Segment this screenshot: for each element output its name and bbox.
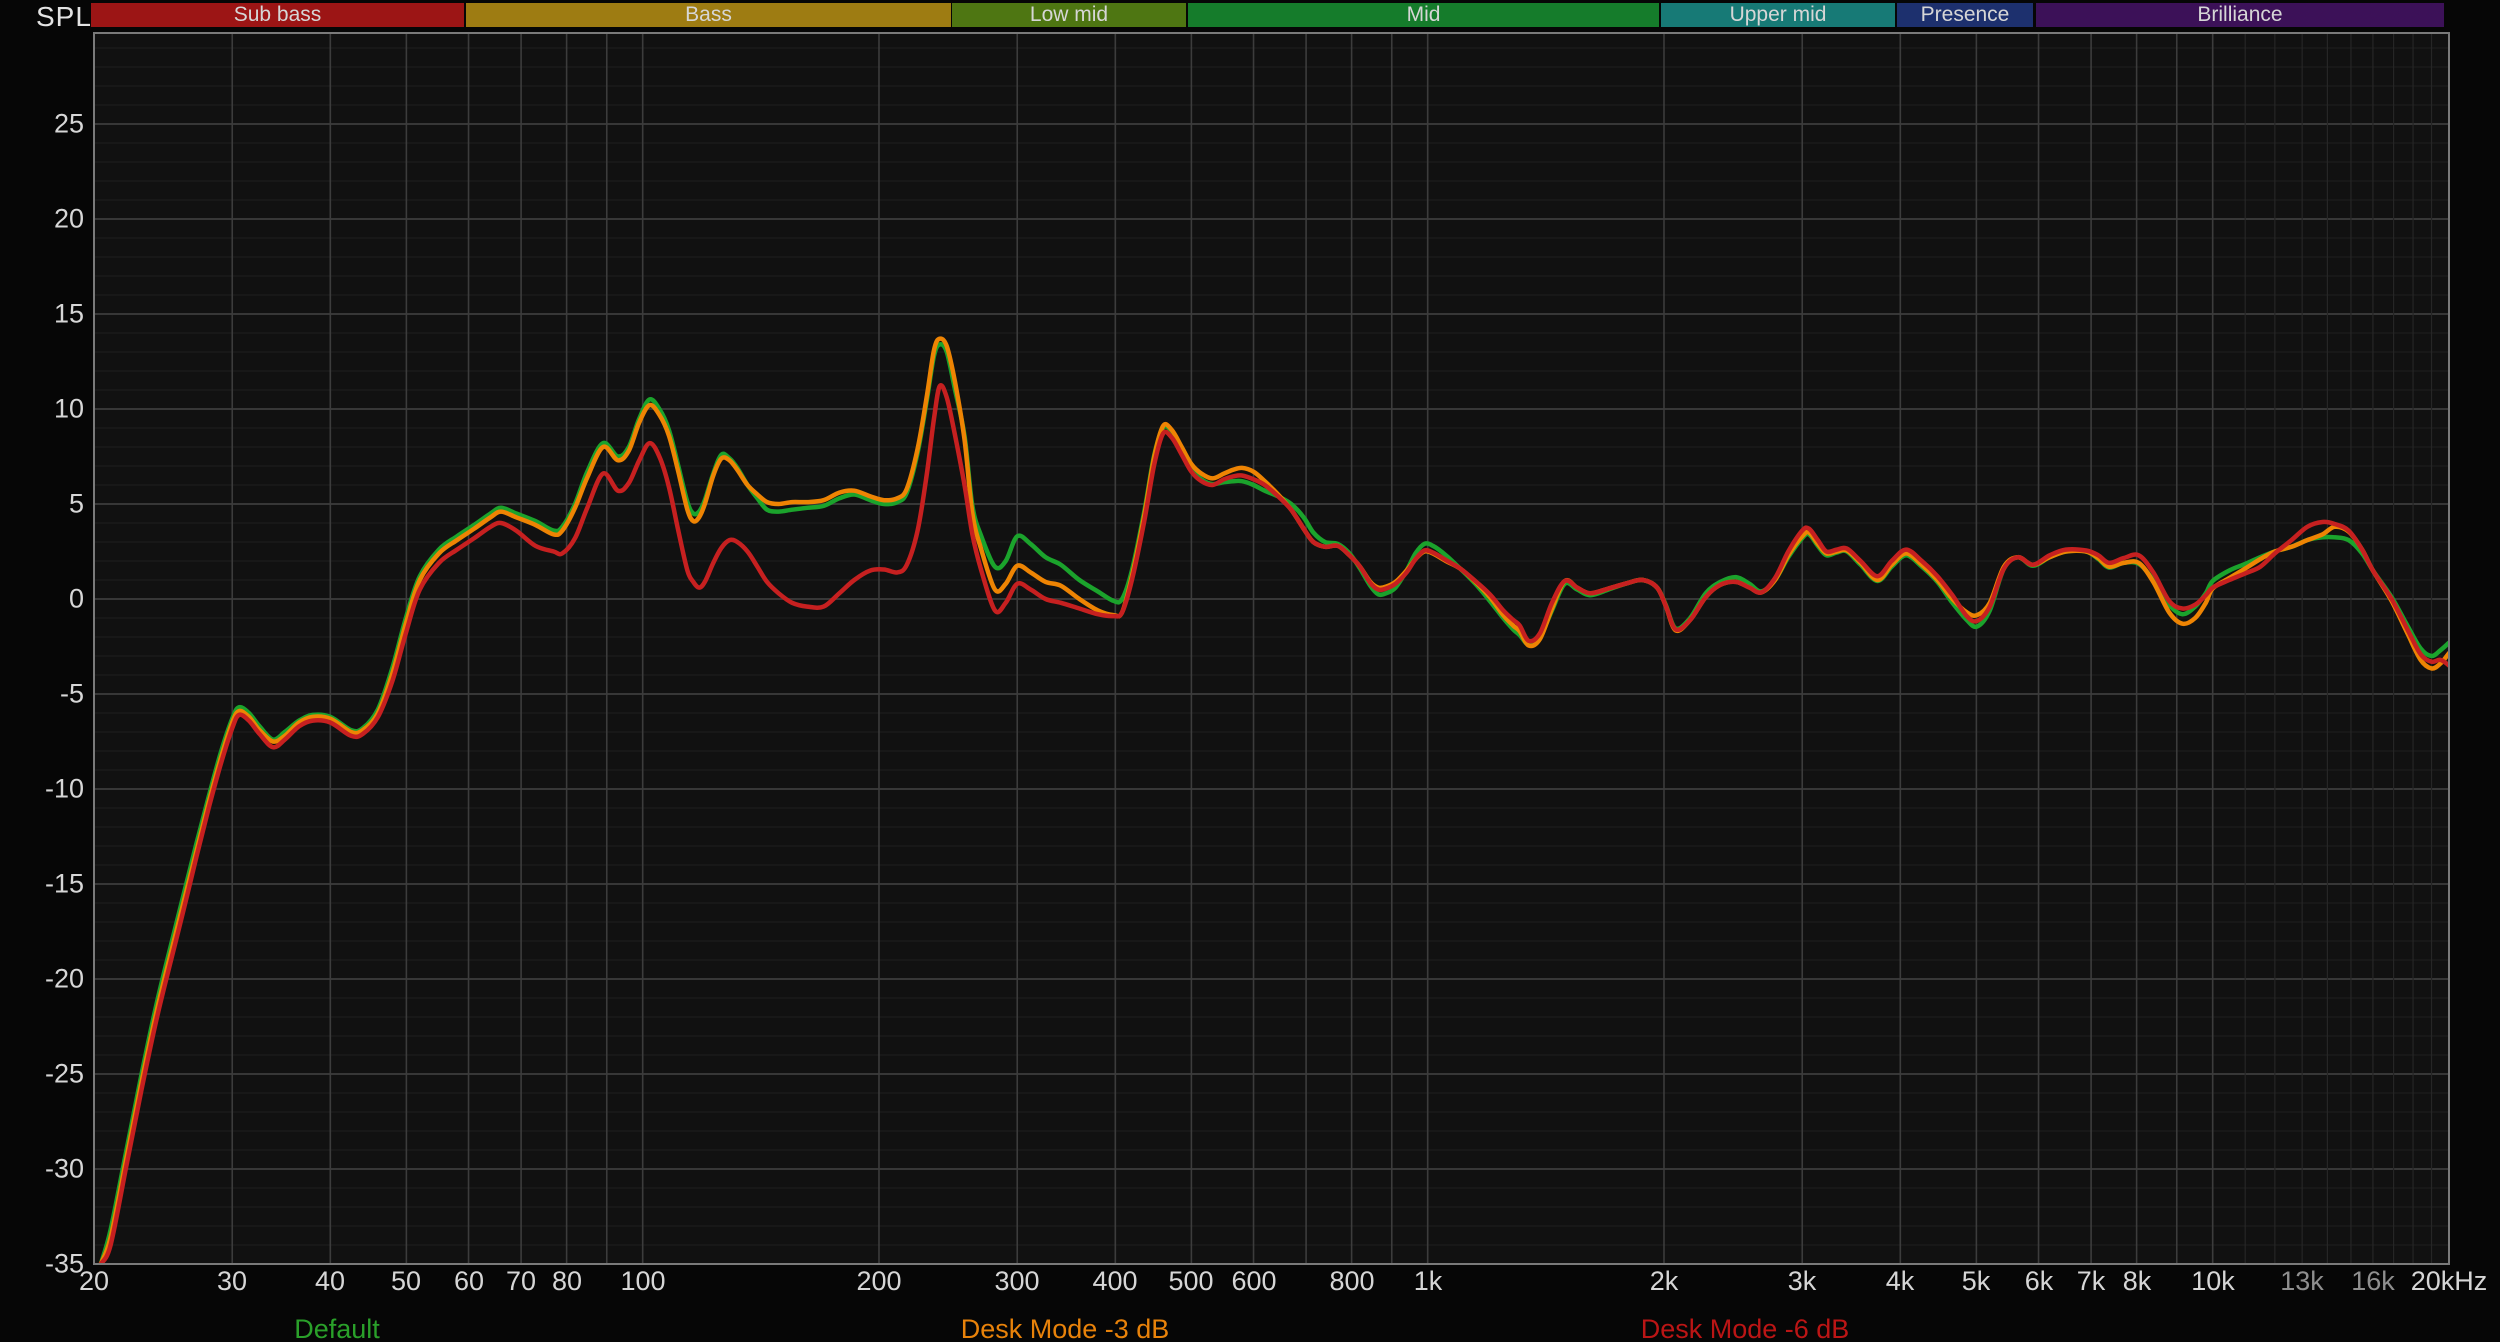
x-tick-label-60: 60	[454, 1266, 484, 1297]
y-tick-label-10: 10	[24, 394, 84, 425]
x-tick-label-300: 300	[994, 1266, 1039, 1297]
y-tick-label-5: 5	[24, 489, 84, 520]
y-tick-label-15: 15	[24, 299, 84, 330]
x-tick-label-500: 500	[1168, 1266, 1213, 1297]
x-tick-label-80: 80	[552, 1266, 582, 1297]
x-tick-label-70: 70	[506, 1266, 536, 1297]
x-tick-label-200: 200	[856, 1266, 901, 1297]
x-tick-label-7k: 7k	[2077, 1266, 2106, 1297]
x-tick-label-50: 50	[391, 1266, 421, 1297]
y-tick-label-25: 25	[24, 109, 84, 140]
x-tick-label-13k: 13k	[2280, 1266, 2324, 1297]
x-tick-label-6k: 6k	[2025, 1266, 2054, 1297]
y-tick-label-neg10: -10	[24, 774, 84, 805]
x-tick-label-20khz: 20kHz	[2411, 1266, 2488, 1297]
x-tick-label-5k: 5k	[1962, 1266, 1991, 1297]
y-tick-label-neg25: -25	[24, 1059, 84, 1090]
y-tick-label-0: 0	[24, 584, 84, 615]
x-tick-label-30: 30	[217, 1266, 247, 1297]
plot-area	[0, 0, 2500, 1342]
y-tick-label-neg30: -30	[24, 1154, 84, 1185]
x-tick-label-3k: 3k	[1788, 1266, 1817, 1297]
y-tick-label-neg35: -35	[24, 1249, 84, 1280]
y-tick-label-neg15: -15	[24, 869, 84, 900]
legend-desk-mode-6-db[interactable]: Desk Mode -6 dB	[1641, 1314, 1850, 1342]
x-tick-label-4k: 4k	[1886, 1266, 1915, 1297]
legend-default[interactable]: Default	[294, 1314, 380, 1342]
x-tick-label-800: 800	[1329, 1266, 1374, 1297]
x-tick-label-600: 600	[1231, 1266, 1276, 1297]
y-tick-label-20: 20	[24, 204, 84, 235]
x-tick-label-10k: 10k	[2191, 1266, 2235, 1297]
plot-background	[94, 33, 2449, 1264]
frequency-response-chart: SPL Sub bassBassLow midMidUpper midPrese…	[0, 0, 2500, 1342]
x-tick-label-400: 400	[1092, 1266, 1137, 1297]
legend-desk-mode-3-db[interactable]: Desk Mode -3 dB	[961, 1314, 1170, 1342]
y-tick-label-neg5: -5	[24, 679, 84, 710]
y-tick-label-neg20: -20	[24, 964, 84, 995]
x-tick-label-16k: 16k	[2351, 1266, 2395, 1297]
x-tick-label-100: 100	[620, 1266, 665, 1297]
x-tick-label-2k: 2k	[1650, 1266, 1679, 1297]
x-tick-label-1k: 1k	[1414, 1266, 1443, 1297]
x-tick-label-40: 40	[315, 1266, 345, 1297]
x-tick-label-8k: 8k	[2123, 1266, 2152, 1297]
